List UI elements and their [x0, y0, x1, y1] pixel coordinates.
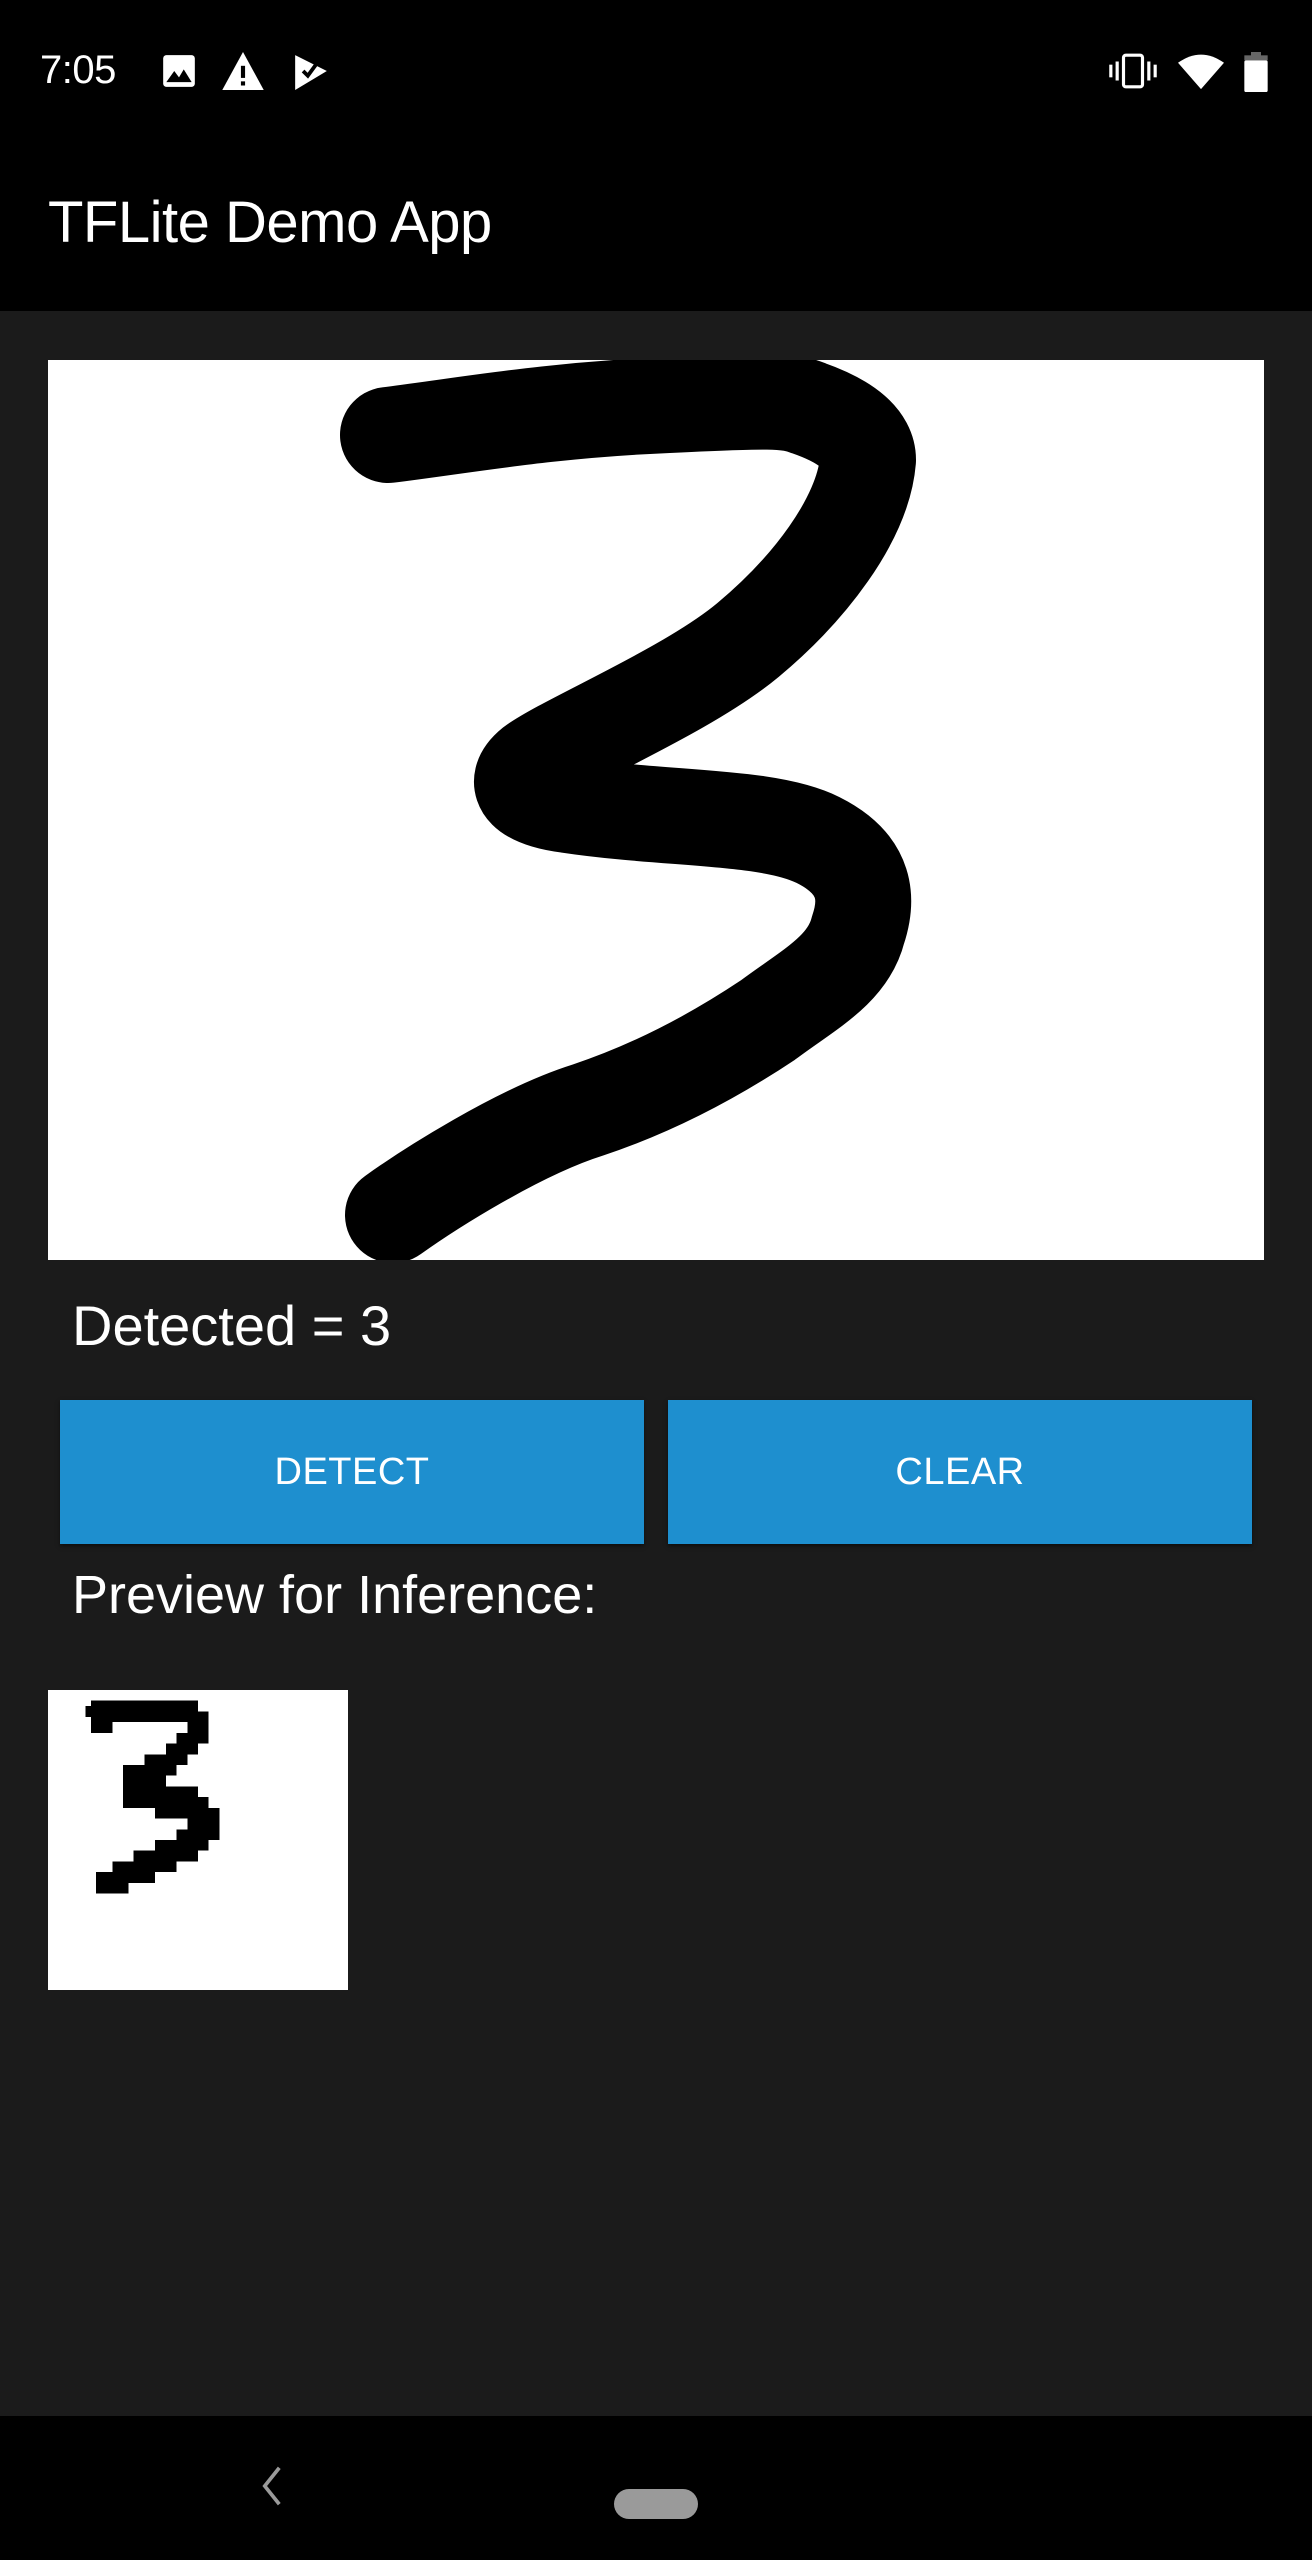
- detected-result: Detected = 3: [72, 1294, 392, 1357]
- status-time: 7:05: [40, 48, 116, 92]
- home-pill-icon[interactable]: [614, 2489, 698, 2519]
- detect-button[interactable]: DETECT: [60, 1400, 644, 1544]
- play-check-icon: [295, 55, 327, 90]
- wifi-icon: [1178, 54, 1224, 90]
- warning-icon: [222, 52, 264, 90]
- status-bar: 7:05: [0, 0, 1312, 144]
- inference-preview-image: [48, 1690, 348, 1990]
- back-icon[interactable]: [260, 2466, 284, 2506]
- app-bar: TFLite Demo App: [0, 144, 1312, 311]
- image-icon: [163, 55, 195, 87]
- preview-digit: [85, 1700, 220, 1894]
- battery-icon: [1244, 52, 1268, 92]
- drawing-canvas[interactable]: [48, 353, 1264, 1263]
- app-title: TFLite Demo App: [48, 190, 492, 255]
- drawn-digit-stroke: [340, 353, 916, 1263]
- vibrate-icon: [1109, 53, 1157, 89]
- preview-label: Preview for Inference:: [72, 1565, 598, 1625]
- navigation-bar: [0, 2416, 1312, 2560]
- clear-button[interactable]: CLEAR: [668, 1400, 1252, 1544]
